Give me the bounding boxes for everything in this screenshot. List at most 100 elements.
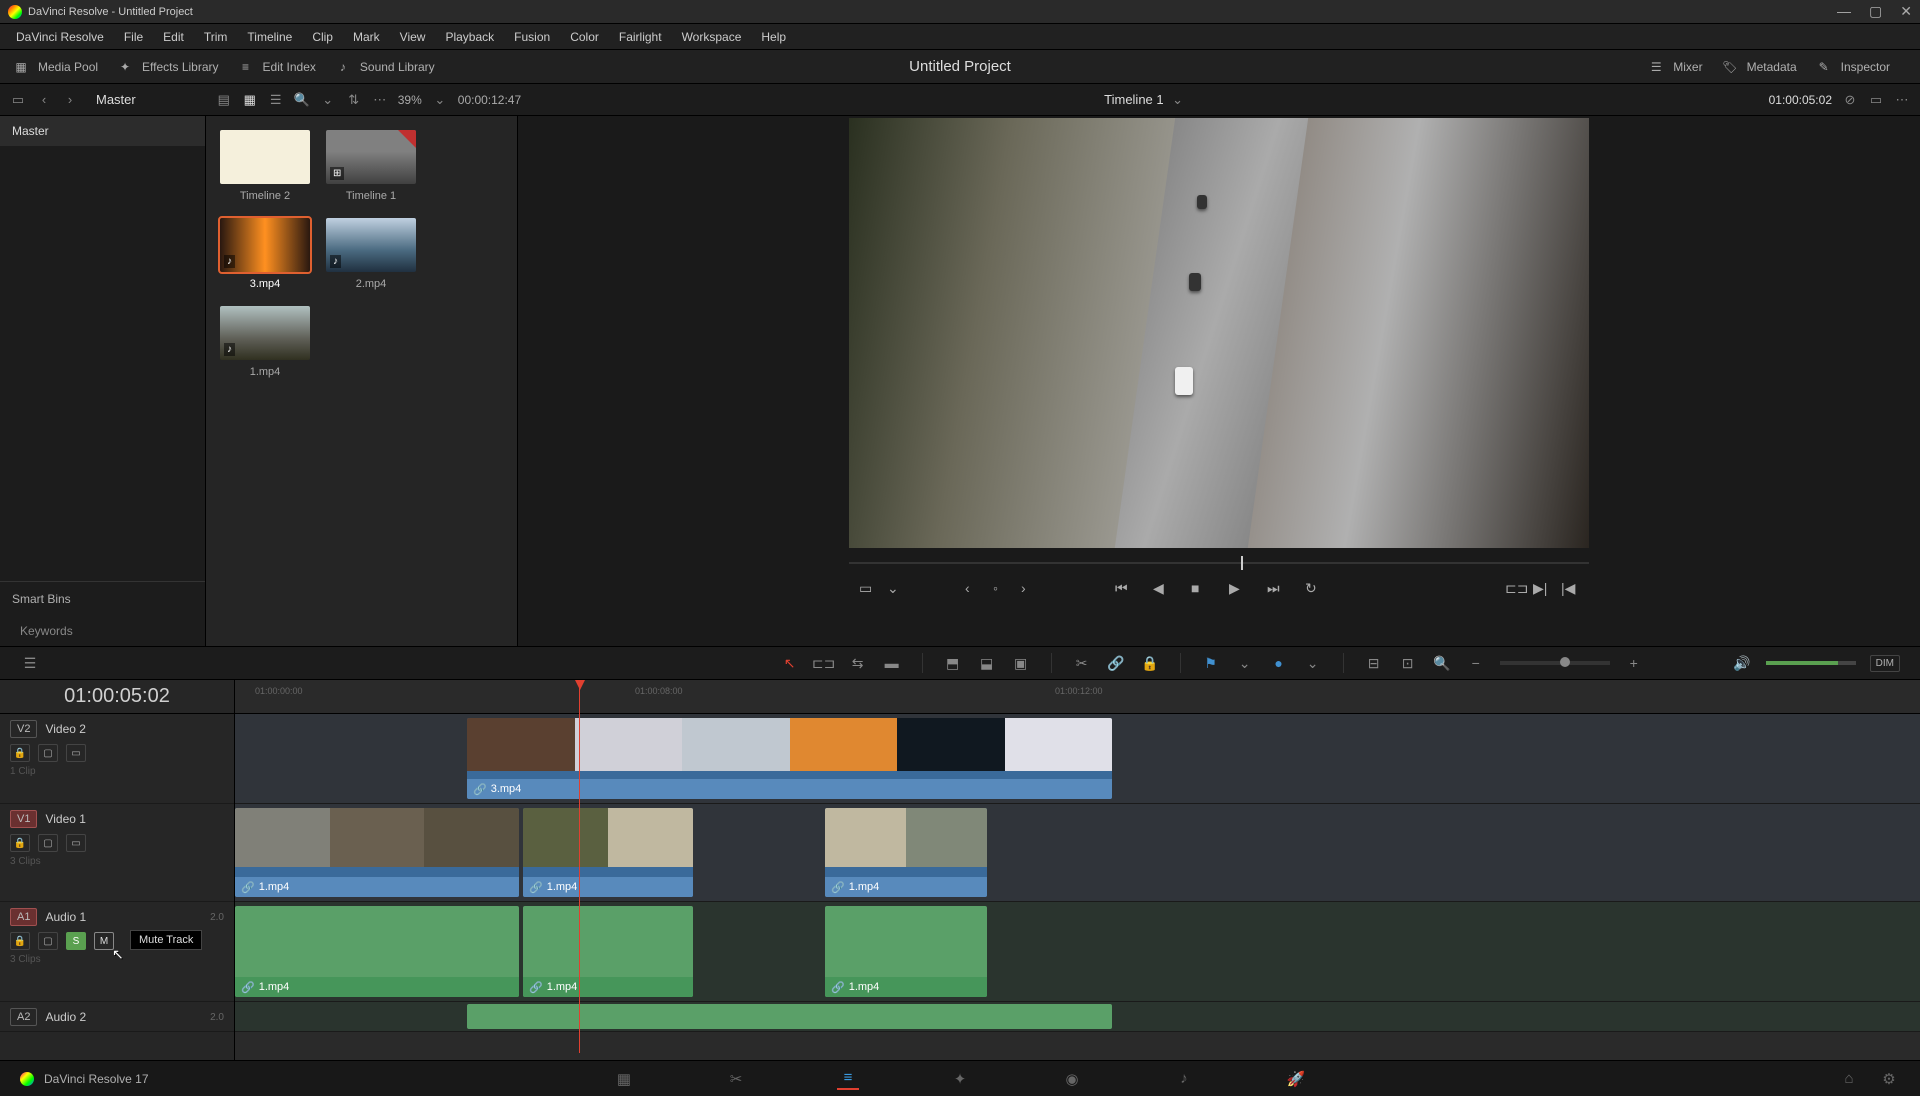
smart-bin-keywords[interactable]: Keywords — [0, 616, 205, 646]
media-item[interactable]: ♪ 1.mp4 — [220, 306, 310, 378]
clip-a1-3[interactable]: 🔗1.mp4 — [825, 906, 987, 997]
menu-fusion[interactable]: Fusion — [504, 30, 560, 44]
menu-fairlight[interactable]: Fairlight — [609, 30, 672, 44]
sound-library-label[interactable]: Sound Library — [360, 60, 435, 74]
playhead-line[interactable] — [579, 680, 580, 1053]
track-header-a1[interactable]: A1Audio 12.0 🔒 ▢ S M 3 Clips Mute Track — [0, 902, 234, 1002]
clip-a1-1[interactable]: 🔗1.mp4 — [235, 906, 519, 997]
clip-v1-1[interactable]: 🔗1.mp4 — [235, 808, 519, 897]
track-badge[interactable]: V1 — [10, 810, 37, 828]
clip-v1-3[interactable]: 🔗1.mp4 — [825, 808, 987, 897]
viewer-zoom[interactable]: 39% — [398, 93, 422, 107]
thumbnail-timeline1[interactable]: ⊞ — [326, 130, 416, 184]
solo-button[interactable]: S — [66, 932, 86, 950]
timeline-name[interactable]: Timeline 1 — [1104, 92, 1163, 107]
timeline-ruler[interactable]: 01:00:00:00 01:00:08:00 01:00:12:00 — [235, 680, 1920, 713]
step-back-button[interactable]: ◀ — [1153, 580, 1171, 598]
bin-view-icon[interactable]: ▭ — [10, 92, 26, 108]
lane-a2[interactable] — [235, 1002, 1920, 1032]
back-icon[interactable]: ‹ — [36, 92, 52, 108]
timeline-zoom-slider[interactable] — [1500, 661, 1610, 665]
match-frame-icon[interactable]: ▭ — [859, 580, 877, 598]
marker-color-icon[interactable]: ● — [1269, 653, 1289, 673]
close-button[interactable]: ✕ — [1900, 3, 1912, 20]
thumbnail-2mp4[interactable]: ♪ — [326, 218, 416, 272]
marker-icon[interactable]: ◦ — [993, 580, 1011, 598]
tab-fusion[interactable]: ✦ — [949, 1068, 971, 1090]
auto-select-button[interactable]: ▢ — [38, 834, 58, 852]
menu-edit[interactable]: Edit — [153, 30, 194, 44]
tab-fairlight[interactable]: ♪ — [1173, 1068, 1195, 1090]
bypass-icon[interactable]: ⊘ — [1842, 92, 1858, 108]
media-item[interactable]: ♪ 2.mp4 — [326, 218, 416, 290]
mute-button[interactable]: M — [94, 932, 114, 950]
link-icon[interactable]: 🔗 — [1106, 653, 1126, 673]
mark-in-icon[interactable]: |◀ — [1561, 580, 1579, 598]
thumbnail-3mp4[interactable]: ♪ — [220, 218, 310, 272]
zoom-chevron-icon[interactable]: ⌄ — [432, 92, 448, 108]
grid-view-icon[interactable]: ▦ — [242, 92, 258, 108]
search-icon[interactable]: 🔍 — [294, 92, 310, 108]
track-header-v2[interactable]: V2Video 2 🔒 ▢ ▭ 1 Clip — [0, 714, 234, 804]
goto-start-button[interactable]: ⏮ — [1115, 580, 1133, 598]
flag-icon[interactable]: ⚑ — [1201, 653, 1221, 673]
lock-track-button[interactable]: 🔒 — [10, 932, 30, 950]
timeline-chevron-icon[interactable]: ⌄ — [1170, 92, 1186, 108]
sound-library-icon[interactable]: ♪ — [334, 58, 352, 76]
scrubber-playhead[interactable] — [1241, 556, 1243, 570]
smart-bins-header[interactable]: Smart Bins — [0, 581, 205, 616]
loop-button[interactable]: ↻ — [1305, 580, 1323, 598]
auto-select-button[interactable]: ▢ — [38, 744, 58, 762]
playhead-icon[interactable] — [575, 680, 585, 690]
tab-deliver[interactable]: 🚀 — [1285, 1068, 1307, 1090]
minimize-button[interactable]: — — [1837, 3, 1851, 20]
dim-button[interactable]: DIM — [1870, 655, 1900, 672]
settings-icon[interactable]: ⚙ — [1878, 1068, 1900, 1090]
mixer-label[interactable]: Mixer — [1673, 60, 1702, 74]
menu-davinci[interactable]: DaVinci Resolve — [6, 30, 114, 44]
chevron-down-icon[interactable]: ⌄ — [320, 92, 336, 108]
clip-a1-2[interactable]: 🔗1.mp4 — [523, 906, 693, 997]
track-header-v1[interactable]: V1Video 1 🔒 ▢ ▭ 3 Clips — [0, 804, 234, 902]
play-button[interactable]: ▶ — [1229, 580, 1247, 598]
tab-cut[interactable]: ✂ — [725, 1068, 747, 1090]
selection-tool-icon[interactable]: ↖ — [780, 653, 800, 673]
menu-file[interactable]: File — [114, 30, 153, 44]
overwrite-icon[interactable]: ⬓ — [977, 653, 997, 673]
menu-view[interactable]: View — [390, 30, 436, 44]
inspector-label[interactable]: Inspector — [1841, 60, 1890, 74]
strip-view-icon[interactable]: ☰ — [268, 92, 284, 108]
lane-v2[interactable]: 🔗3.mp4 — [235, 714, 1920, 804]
mark-out-icon[interactable]: ▶| — [1533, 580, 1551, 598]
menu-help[interactable]: Help — [751, 30, 796, 44]
zoom-in-icon[interactable]: 🔍 — [1432, 653, 1452, 673]
lane-a1[interactable]: 🔗1.mp4 🔗1.mp4 🔗1.mp4 — [235, 902, 1920, 1002]
track-badge[interactable]: A2 — [10, 1008, 37, 1026]
track-header-a2[interactable]: A2Audio 22.0 — [0, 1002, 234, 1032]
timeline-view-options-icon[interactable]: ☰ — [20, 653, 40, 673]
viewer[interactable] — [849, 118, 1589, 548]
zoom-fit-icon[interactable]: ⊡ — [1398, 653, 1418, 673]
goto-end-button[interactable]: ⏭ — [1267, 580, 1285, 598]
maximize-button[interactable]: ▢ — [1869, 3, 1882, 20]
clip-v2-1[interactable]: 🔗3.mp4 — [467, 718, 1112, 799]
plus-icon[interactable]: + — [1624, 653, 1644, 673]
sort-icon[interactable]: ⇅ — [346, 92, 362, 108]
next-marker-icon[interactable]: › — [1021, 580, 1039, 598]
volume-slider[interactable] — [1766, 661, 1856, 665]
media-pool-label[interactable]: Media Pool — [38, 60, 98, 74]
metadata-label[interactable]: Metadata — [1747, 60, 1797, 74]
replace-icon[interactable]: ▣ — [1011, 653, 1031, 673]
media-item[interactable]: Timeline 2 — [220, 130, 310, 202]
menu-workspace[interactable]: Workspace — [672, 30, 752, 44]
in-out-icon[interactable]: ⊏⊐ — [1505, 580, 1523, 598]
menu-clip[interactable]: Clip — [302, 30, 343, 44]
insert-icon[interactable]: ⬒ — [943, 653, 963, 673]
disable-video-button[interactable]: ▭ — [66, 744, 86, 762]
menu-timeline[interactable]: Timeline — [237, 30, 302, 44]
home-icon[interactable]: ⌂ — [1838, 1068, 1860, 1090]
track-badge[interactable]: V2 — [10, 720, 37, 738]
effects-icon[interactable]: ✦ — [116, 58, 134, 76]
track-lanes[interactable]: 🔗3.mp4 🔗1.mp4 🔗1.mp4 🔗1.mp4 — [235, 714, 1920, 1060]
tab-color[interactable]: ◉ — [1061, 1068, 1083, 1090]
